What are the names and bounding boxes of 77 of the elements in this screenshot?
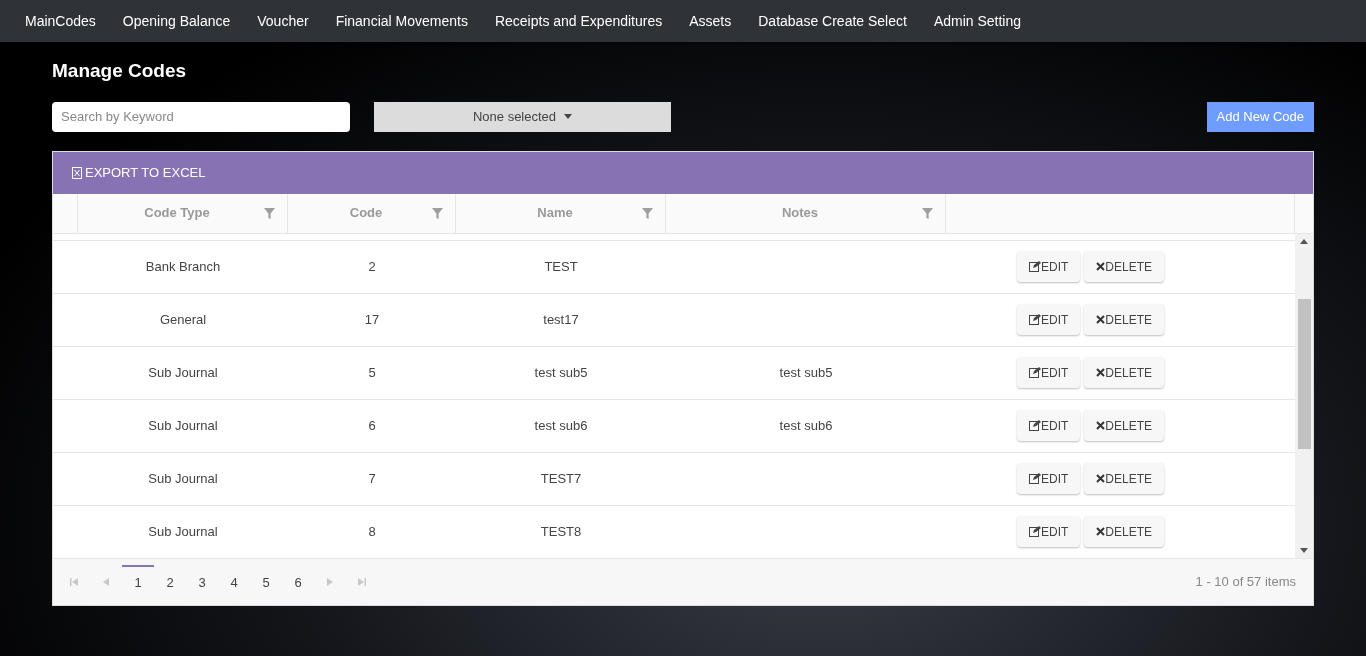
- nav-link[interactable]: Receipts and Expenditures: [494, 10, 663, 32]
- edit-icon: [1029, 420, 1041, 431]
- table-cell-text: 2: [367, 257, 377, 276]
- page-link[interactable]: 3: [186, 564, 218, 599]
- table-cell-text: TEST8: [539, 522, 583, 541]
- delete-button[interactable]: DELETE: [1084, 357, 1164, 388]
- filter-icon[interactable]: [432, 207, 443, 219]
- close-icon: [1096, 421, 1106, 430]
- pager-info: 1 - 10 of 57 items: [1195, 572, 1297, 591]
- table-cell-text: 6: [367, 416, 377, 435]
- nav-link[interactable]: Voucher: [257, 10, 309, 32]
- delete-button[interactable]: DELETE: [1084, 251, 1164, 282]
- next-page-icon[interactable]: [326, 577, 334, 586]
- filter-icon[interactable]: [264, 207, 275, 219]
- close-icon: [1096, 474, 1106, 483]
- table-cell-text: General: [158, 310, 208, 329]
- nav-link[interactable]: Database Create Select: [758, 10, 907, 32]
- table-cell-text: 8: [367, 522, 377, 541]
- page-link[interactable]: 5: [250, 564, 282, 599]
- edit-icon: [1029, 314, 1041, 325]
- edit-button[interactable]: EDIT: [1017, 516, 1081, 547]
- edit-button[interactable]: EDIT: [1017, 463, 1081, 494]
- filter-dropdown[interactable]: None selected: [374, 101, 671, 132]
- table-cell-text: test sub5: [778, 363, 834, 382]
- search-field[interactable]: Search by Keyword: [52, 101, 350, 132]
- table-cell-text: 7: [367, 469, 377, 488]
- table-cell-text: Sub Journal: [147, 469, 219, 488]
- nav-link[interactable]: Assets: [689, 10, 732, 32]
- nav-link[interactable]: Financial Movements: [335, 10, 468, 32]
- edit-icon: [1029, 261, 1041, 272]
- scrollbar-thumb[interactable]: [1297, 298, 1311, 449]
- scroll-up-icon[interactable]: [1300, 238, 1308, 244]
- scroll-down-icon[interactable]: [1300, 547, 1308, 553]
- table-cell-text: Bank Branch: [144, 257, 222, 276]
- excel-file-icon: [72, 166, 82, 179]
- delete-button[interactable]: DELETE: [1084, 304, 1164, 335]
- nav-link[interactable]: Opening Balance: [122, 10, 231, 32]
- table-cell-text: 5: [367, 363, 377, 382]
- scrollbar[interactable]: [1295, 233, 1313, 558]
- edit-button[interactable]: EDIT: [1017, 357, 1081, 388]
- edit-button[interactable]: EDIT: [1017, 251, 1081, 282]
- table-cell-text: Sub Journal: [147, 416, 219, 435]
- table-cell-text: test sub5: [533, 363, 589, 382]
- edit-icon: [1029, 367, 1041, 378]
- caret-icon: [564, 114, 573, 119]
- table-cell-text: 17: [363, 310, 381, 329]
- close-icon: [1096, 262, 1106, 271]
- page-title: Manage Codes: [52, 59, 188, 83]
- page-link[interactable]: 6: [282, 564, 314, 599]
- delete-button[interactable]: DELETE: [1084, 463, 1164, 494]
- table-cell-text: test sub6: [533, 416, 589, 435]
- table-cell-text: TEST: [543, 257, 579, 276]
- table-cell-text: test17: [542, 310, 580, 329]
- export-to-excel-button[interactable]: EXPORT TO EXCEL: [72, 162, 206, 183]
- first-page-icon[interactable]: [70, 577, 78, 586]
- nav-link[interactable]: MainCodes: [25, 10, 96, 32]
- filter-icon[interactable]: [642, 207, 653, 219]
- last-page-icon[interactable]: [358, 577, 366, 586]
- close-icon: [1096, 368, 1106, 377]
- edit-icon: [1029, 473, 1041, 484]
- table-cell-text: Sub Journal: [147, 522, 219, 541]
- page-link[interactable]: 4: [218, 564, 250, 599]
- page-link[interactable]: 2: [154, 564, 186, 599]
- edit-icon: [1029, 526, 1041, 537]
- page-link[interactable]: 1: [122, 564, 154, 599]
- nav-link[interactable]: Admin Setting: [933, 10, 1022, 32]
- edit-button[interactable]: EDIT: [1017, 304, 1081, 335]
- delete-button[interactable]: DELETE: [1084, 410, 1164, 441]
- table-cell-text: Sub Journal: [147, 363, 219, 382]
- filter-icon[interactable]: [922, 207, 933, 219]
- edit-button[interactable]: EDIT: [1017, 410, 1081, 441]
- table-cell-text: TEST7: [539, 469, 583, 488]
- previous-page-icon[interactable]: [102, 577, 110, 586]
- table-cell-text: test sub6: [778, 416, 834, 435]
- delete-button[interactable]: DELETE: [1084, 516, 1164, 547]
- close-icon: [1096, 315, 1106, 324]
- close-icon: [1096, 527, 1106, 536]
